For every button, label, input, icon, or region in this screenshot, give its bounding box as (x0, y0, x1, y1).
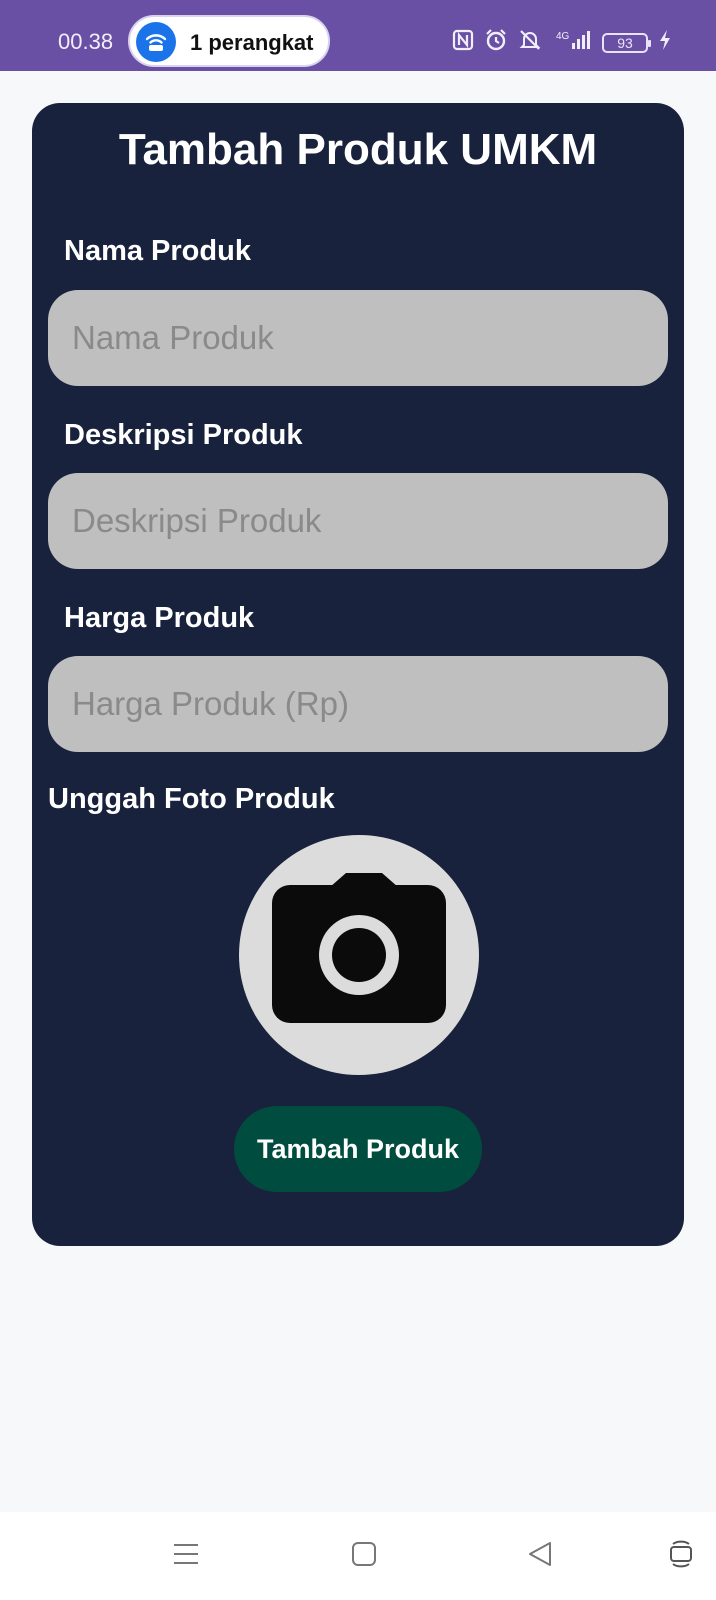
nfc-icon (452, 29, 474, 56)
system-navigation-bar (0, 1512, 716, 1600)
battery-icon: 93 (602, 32, 651, 53)
product-name-input[interactable] (48, 290, 668, 386)
product-name-label: Nama Produk (64, 235, 251, 267)
product-price-input[interactable] (48, 656, 668, 752)
hotspot-chip[interactable]: 1 perangkat (128, 15, 330, 67)
signal-icon: 4G (552, 29, 592, 56)
product-description-label: Deskripsi Produk (64, 419, 303, 451)
hotspot-icon (136, 22, 176, 62)
product-description-input[interactable] (48, 473, 668, 569)
upload-photo-label: Unggah Foto Produk (48, 783, 335, 815)
upload-photo-button[interactable] (239, 835, 479, 1075)
status-icons: 4G 93 (452, 28, 672, 57)
rotate-icon[interactable] (667, 1540, 695, 1573)
hotspot-text: 1 perangkat (190, 30, 314, 55)
alarm-icon (484, 28, 508, 57)
page-title: Tambah Produk UMKM (118, 125, 598, 174)
home-icon[interactable] (350, 1540, 378, 1573)
back-icon[interactable] (526, 1540, 554, 1573)
add-product-button[interactable]: Tambah Produk (234, 1106, 482, 1192)
camera-icon (272, 873, 446, 1023)
product-price-label: Harga Produk (64, 602, 255, 634)
svg-text:4G: 4G (556, 31, 570, 42)
charging-icon (658, 29, 672, 56)
menu-icon[interactable] (172, 1540, 200, 1573)
status-time: 00.38 (58, 29, 114, 54)
mute-icon (518, 28, 542, 57)
status-bar: 00.38 1 perangkat 4G 93 (0, 0, 716, 71)
add-product-card: Tambah Produk UMKM Nama Produk Deskripsi… (32, 103, 684, 1246)
